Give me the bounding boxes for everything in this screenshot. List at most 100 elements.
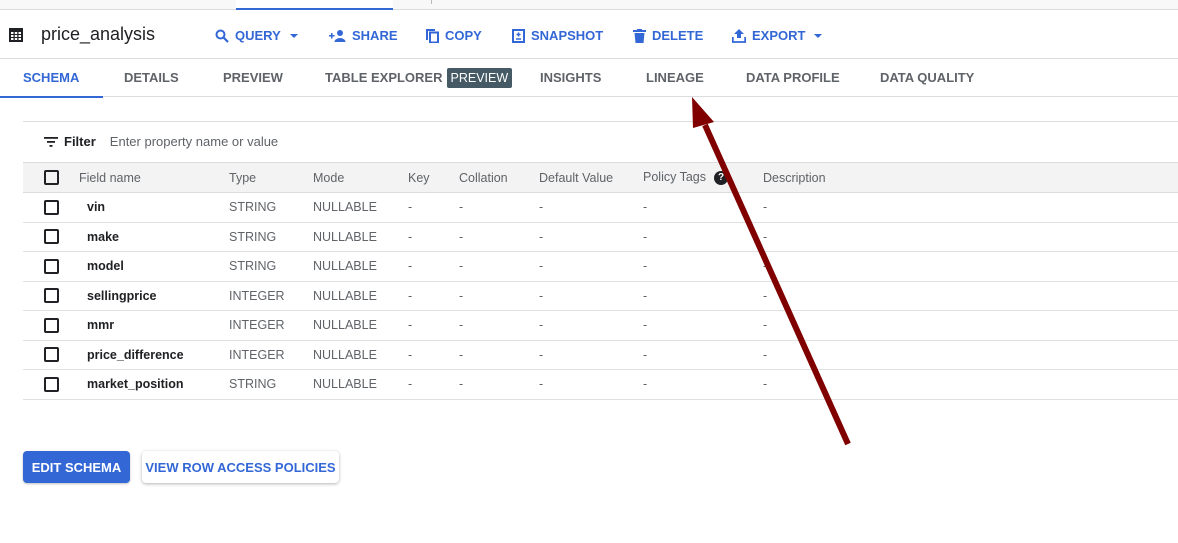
- cell-type: STRING: [229, 229, 277, 244]
- select-all-checkbox[interactable]: [44, 170, 59, 185]
- cell-mode: NULLABLE: [313, 259, 377, 274]
- detail-tabs: SCHEMA DETAILS PREVIEW TABLE EXPLORER PRE…: [0, 60, 1178, 98]
- tab-table-explorer[interactable]: TABLE EXPLORER PREVIEW: [325, 60, 513, 97]
- filter-bar: Filter: [44, 134, 510, 149]
- column-header-type[interactable]: Type: [229, 163, 313, 193]
- filter-label: Filter: [64, 134, 96, 149]
- cell-description: -: [763, 318, 768, 333]
- cell-mode: NULLABLE: [313, 200, 377, 215]
- cell-collation: -: [459, 200, 464, 215]
- tab-data-quality[interactable]: DATA QUALITY: [880, 60, 974, 97]
- search-icon: [215, 29, 229, 43]
- cell-policy: -: [643, 347, 648, 362]
- tab-data-profile[interactable]: DATA PROFILE: [746, 60, 840, 97]
- help-icon[interactable]: ?: [714, 170, 728, 185]
- cell-description: -: [763, 347, 768, 362]
- cell-type: INTEGER: [229, 288, 285, 303]
- cell-field-name[interactable]: mmr: [79, 311, 229, 341]
- cell-collation: -: [459, 288, 464, 303]
- column-header-key[interactable]: Key: [408, 163, 459, 193]
- tab-separator: [431, 0, 432, 4]
- schema-table: Field name Type Mode Key Collation Defau…: [23, 162, 1178, 400]
- upload-icon: [732, 28, 746, 43]
- cell-field-name[interactable]: sellingprice: [79, 281, 229, 311]
- cell-collation: -: [459, 377, 464, 392]
- tab-schema[interactable]: SCHEMA: [0, 60, 104, 98]
- cell-default: -: [539, 377, 544, 392]
- trash-icon: [633, 28, 646, 43]
- cell-policy: -: [643, 377, 648, 392]
- cell-description: -: [763, 259, 768, 274]
- cell-default: -: [539, 200, 544, 215]
- edit-schema-button[interactable]: EDIT SCHEMA: [23, 451, 130, 483]
- tab-details[interactable]: DETAILS: [124, 60, 179, 97]
- row-checkbox[interactable]: [44, 288, 59, 304]
- table-row[interactable]: sellingprice INTEGER NULLABLE - - - - -: [23, 281, 1178, 311]
- column-header-collation[interactable]: Collation: [459, 163, 539, 193]
- cell-mode: NULLABLE: [313, 288, 377, 303]
- cell-description: -: [763, 229, 768, 244]
- cell-key: -: [408, 318, 413, 333]
- table-row[interactable]: model STRING NULLABLE - - - - -: [23, 252, 1178, 282]
- query-label: QUERY: [235, 28, 281, 43]
- cell-field-name[interactable]: model: [79, 252, 229, 282]
- table-row[interactable]: market_position STRING NULLABLE - - - - -: [23, 370, 1178, 400]
- cell-key: -: [408, 200, 413, 215]
- cell-field-name[interactable]: market_position: [79, 370, 229, 400]
- query-button[interactable]: QUERY: [215, 28, 299, 43]
- cell-type: STRING: [229, 377, 277, 392]
- filter-input[interactable]: [109, 134, 510, 149]
- share-button[interactable]: SHARE: [329, 28, 398, 43]
- cell-default: -: [539, 318, 544, 333]
- cell-type: STRING: [229, 200, 277, 215]
- delete-button[interactable]: DELETE: [633, 28, 703, 43]
- arrow-head: [692, 97, 714, 128]
- cell-default: -: [539, 229, 544, 244]
- share-label: SHARE: [352, 28, 398, 43]
- copy-button[interactable]: COPY: [426, 28, 482, 43]
- cell-mode: NULLABLE: [313, 229, 377, 244]
- tab-insights[interactable]: INSIGHTS: [540, 60, 601, 97]
- tab-table-explorer-label: TABLE EXPLORER: [325, 70, 443, 85]
- snapshot-label: SNAPSHOT: [531, 28, 604, 43]
- cell-key: -: [408, 229, 413, 244]
- active-editor-tab[interactable]: [236, 0, 393, 10]
- cell-type: INTEGER: [229, 347, 285, 362]
- row-checkbox[interactable]: [44, 258, 59, 274]
- row-checkbox[interactable]: [44, 317, 59, 333]
- tab-lineage[interactable]: LINEAGE: [646, 60, 704, 97]
- column-header-mode[interactable]: Mode: [313, 163, 408, 193]
- row-checkbox[interactable]: [44, 347, 59, 363]
- row-checkbox[interactable]: [44, 376, 59, 392]
- cell-type: INTEGER: [229, 318, 285, 333]
- cell-default: -: [539, 259, 544, 274]
- tab-preview[interactable]: PREVIEW: [223, 60, 283, 97]
- cell-field-name[interactable]: vin: [79, 193, 229, 223]
- cell-collation: -: [459, 229, 464, 244]
- column-header-field-name[interactable]: Field name: [79, 163, 229, 193]
- export-button[interactable]: EXPORT: [732, 28, 823, 43]
- cell-policy: -: [643, 259, 648, 274]
- preview-badge: PREVIEW: [446, 67, 513, 88]
- cell-default: -: [539, 347, 544, 362]
- view-row-access-policies-button[interactable]: VIEW ROW ACCESS POLICIES: [142, 451, 339, 483]
- table-row[interactable]: vin STRING NULLABLE - - - - -: [23, 193, 1178, 223]
- table-row[interactable]: price_difference INTEGER NULLABLE - - - - -: [23, 340, 1178, 370]
- panel-divider: [23, 121, 1178, 122]
- column-header-default-value[interactable]: Default Value: [539, 163, 643, 193]
- row-checkbox[interactable]: [44, 229, 59, 245]
- column-header-description[interactable]: Description: [763, 163, 1178, 193]
- cell-field-name[interactable]: make: [79, 222, 229, 252]
- cell-type: STRING: [229, 259, 277, 274]
- cell-field-name[interactable]: price_difference: [79, 340, 229, 370]
- column-header-policy-tags[interactable]: Policy Tags?: [643, 163, 763, 193]
- cell-policy: -: [643, 200, 648, 215]
- table-row[interactable]: make STRING NULLABLE - - - - -: [23, 222, 1178, 252]
- cell-description: -: [763, 288, 768, 303]
- snapshot-button[interactable]: SNAPSHOT: [512, 28, 603, 43]
- caret-down-icon: [289, 33, 298, 38]
- cell-collation: -: [459, 318, 464, 333]
- row-checkbox[interactable]: [44, 199, 59, 215]
- snapshot-icon: [512, 28, 525, 43]
- table-row[interactable]: mmr INTEGER NULLABLE - - - - -: [23, 311, 1178, 341]
